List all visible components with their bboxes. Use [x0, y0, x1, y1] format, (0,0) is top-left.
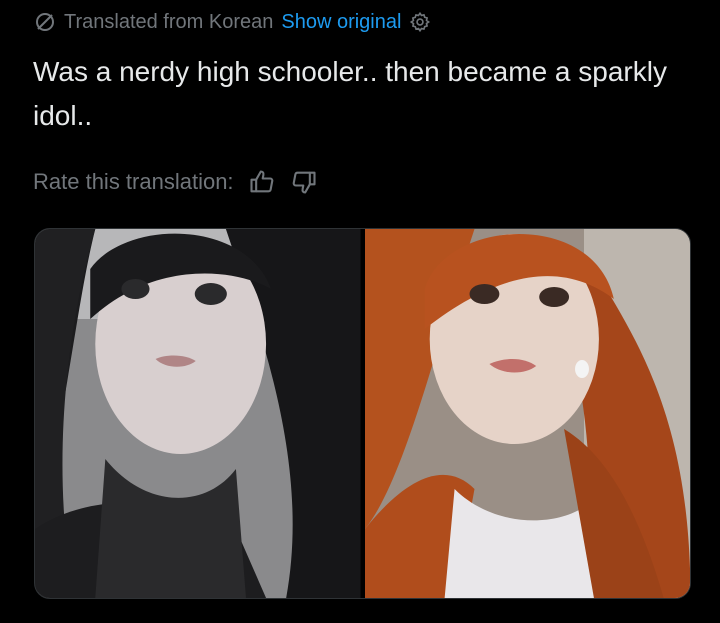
show-original-link[interactable]: Show original	[281, 11, 401, 34]
tweet-text: Was a nerdy high schooler.. then became …	[33, 56, 667, 131]
translation-label: Translated from Korean	[64, 10, 274, 33]
rate-label: Rate this translation:	[33, 169, 234, 194]
translation-bar: Translated from Korean Show original	[34, 8, 431, 36]
media-grid	[34, 228, 691, 599]
thumbs-up-icon[interactable]	[248, 168, 276, 196]
rate-translation-row: Rate this translation:	[33, 166, 318, 198]
globe-slash-icon	[34, 11, 56, 33]
gear-icon[interactable]	[409, 11, 431, 33]
thumbs-down-icon[interactable]	[290, 168, 318, 196]
photo-left[interactable]	[35, 229, 361, 598]
photo-right[interactable]	[364, 229, 690, 598]
